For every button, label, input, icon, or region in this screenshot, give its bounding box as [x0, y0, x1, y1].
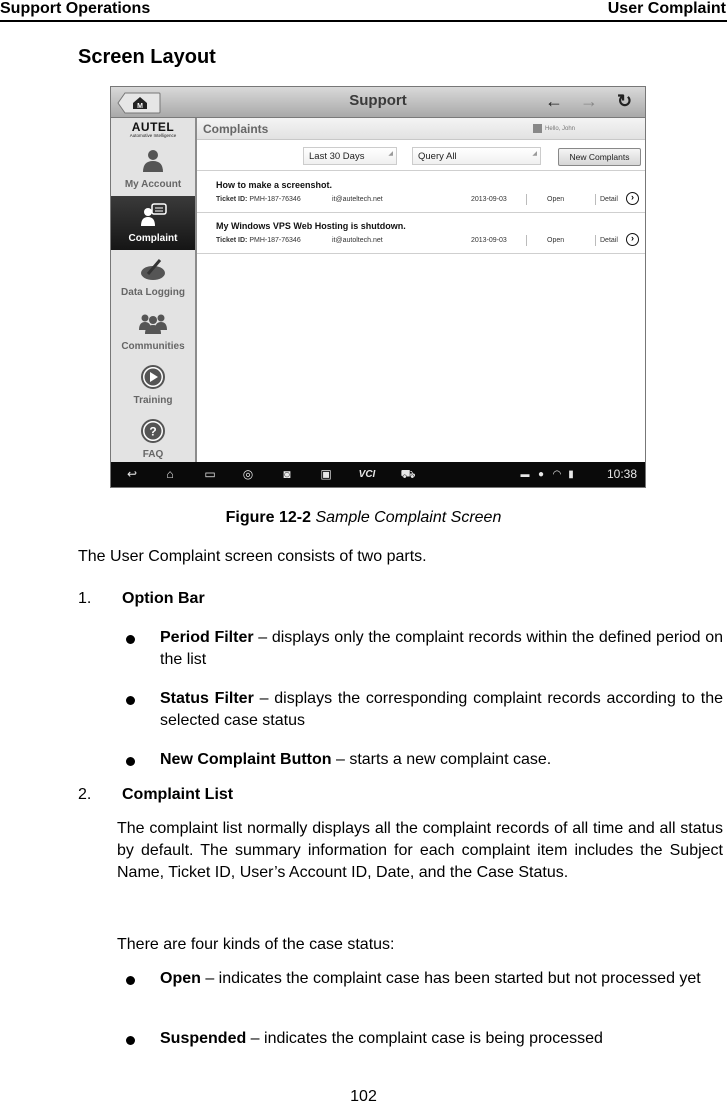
title-bar: M Support ← → ↻	[111, 87, 645, 118]
ticket-date: 2013-09-03	[471, 196, 507, 203]
chapter-title: Support Operations	[0, 0, 151, 17]
question-icon: ?	[141, 419, 165, 443]
bullet-icon	[126, 1036, 136, 1046]
divider	[526, 194, 527, 205]
ticket-subject: My Windows VPS Web Hosting is shutdown.	[216, 221, 406, 231]
system-status-bar: ↩ ⌂ ▭ ◎ ◙ ▣ VCI ⛟ ▬ ● ◠ ▮ 10:38	[111, 462, 645, 487]
clock: 10:38	[606, 467, 637, 481]
status-intro: There are four kinds of the case status:	[117, 936, 395, 953]
refresh-icon[interactable]: ↻	[617, 91, 632, 112]
page-number: 102	[350, 1088, 377, 1105]
bullet-item: Suspended – indicates the complaint case…	[160, 1030, 603, 1047]
home-icon[interactable]: ⌂	[161, 467, 179, 482]
sidebar: AUTEL Automotive Intelligence My Account…	[111, 118, 197, 464]
complaint-list-item[interactable]: How to make a screenshot. Ticket ID: PMH…	[197, 172, 645, 213]
ticket-email: it@auteltech.net	[332, 196, 383, 203]
bullet-item: Period Filter – displays only the compla…	[160, 629, 723, 668]
ticket-id: Ticket ID: PMH-187-76346	[216, 196, 301, 203]
new-complaint-button[interactable]: New Complants	[558, 148, 641, 166]
complaint-list-item[interactable]: My Windows VPS Web Hosting is shutdown. …	[197, 213, 645, 254]
dropdown-icon: ◢	[388, 151, 393, 157]
status-filter-select[interactable]: Query All ◢	[412, 147, 541, 165]
bullet-item: New Complaint Button – starts a new comp…	[160, 751, 552, 768]
ticket-email: it@autoltech.net	[332, 237, 383, 244]
data-logging-icon	[141, 259, 165, 280]
svg-text:?: ?	[149, 425, 156, 439]
bluetooth-icon: ●	[537, 469, 545, 480]
list-number: 1.	[78, 590, 92, 607]
intro-paragraph: The User Complaint screen consists of tw…	[78, 548, 427, 565]
user-icon	[143, 150, 163, 172]
bullet-icon	[126, 696, 136, 706]
ticket-status: Open	[547, 237, 565, 244]
page-header: Support Operations User Complaint	[0, 0, 727, 22]
content-panel: Complaints Hello, John Last 30 Days ◢ Qu…	[197, 118, 645, 464]
divider	[526, 235, 527, 246]
bullet-item: Status Filter – displays the correspondi…	[160, 690, 724, 729]
ticket-id: Ticket ID: PMH-187-76346	[216, 237, 301, 244]
forward-arrow-icon[interactable]: →	[580, 91, 598, 112]
list-heading: Option Bar	[122, 590, 205, 607]
bullet-icon	[126, 635, 136, 645]
ticket-date: 2013-09-03	[471, 237, 507, 244]
sidebar-item-complaint[interactable]: Complaint	[111, 196, 195, 250]
period-filter-select[interactable]: Last 30 Days ◢	[303, 147, 397, 165]
complaint-screen-figure: M Support ← → ↻ AUTEL Automotive Intelli…	[110, 86, 646, 488]
detail-link[interactable]: Detail	[600, 237, 618, 244]
back-icon[interactable]: ↩	[123, 467, 141, 482]
recent-apps-icon[interactable]: ▭	[201, 467, 219, 482]
camera-icon[interactable]: ◙	[278, 467, 296, 482]
play-icon	[141, 365, 165, 389]
display-icon[interactable]: ▣	[316, 467, 336, 482]
bullet-icon	[126, 757, 136, 767]
section-heading: Screen Layout	[78, 46, 216, 68]
car-icon[interactable]: ⛟	[399, 467, 417, 482]
ticket-subject: How to make a screenshot.	[216, 180, 333, 190]
figure-caption: Figure 12-2 Sample Complaint Screen	[225, 509, 502, 526]
content-title: Complaints	[203, 122, 269, 136]
user-greeting: Hello, John	[533, 124, 575, 133]
chevron-right-icon[interactable]: ›	[626, 192, 639, 205]
screen-title: Support	[349, 92, 407, 109]
option-bar: Last 30 Days ◢ Query All ◢ New Complants	[197, 141, 645, 171]
sidebar-item-faq[interactable]: ? FAQ	[111, 412, 195, 466]
message-icon: ▬	[520, 469, 530, 479]
sidebar-item-data-logging[interactable]: Data Logging	[111, 250, 195, 304]
complaint-list-description: The complaint list normally displays all…	[117, 820, 723, 881]
ticket-status: Open	[547, 196, 565, 203]
bullet-icon	[126, 976, 136, 986]
user-avatar-icon	[533, 124, 542, 133]
bullet-item: Open – indicates the complaint case has …	[160, 970, 701, 987]
vci-icon[interactable]: VCI	[354, 467, 380, 482]
list-heading: Complaint List	[122, 786, 234, 803]
complaint-icon	[141, 203, 167, 226]
battery-icon: ▮	[568, 469, 574, 480]
sidebar-item-training[interactable]: Training	[111, 358, 195, 412]
wifi-icon: ◠	[552, 469, 562, 480]
sidebar-item-my-account[interactable]: My Account	[111, 142, 195, 196]
dropdown-icon: ◢	[532, 151, 537, 157]
divider	[595, 194, 596, 205]
divider	[595, 235, 596, 246]
chevron-right-icon[interactable]: ›	[626, 233, 639, 246]
browser-icon[interactable]: ◎	[239, 467, 257, 482]
content-header: Complaints Hello, John	[197, 118, 645, 140]
section-name: User Complaint	[607, 0, 726, 17]
back-arrow-icon[interactable]: ←	[545, 91, 563, 112]
list-number: 2.	[78, 786, 92, 803]
detail-link[interactable]: Detail	[600, 196, 618, 203]
communities-icon	[139, 314, 167, 334]
brand-logo: AUTEL Automotive Intelligence	[129, 120, 177, 138]
sidebar-item-communities[interactable]: Communities	[111, 304, 195, 358]
